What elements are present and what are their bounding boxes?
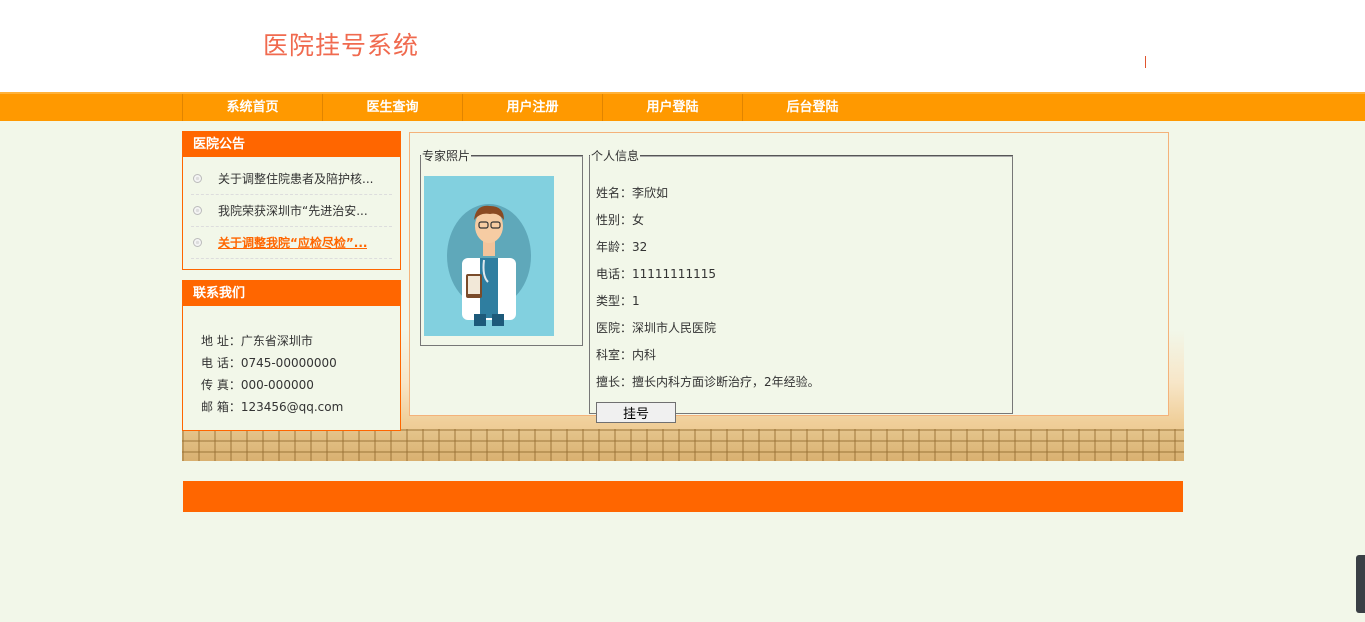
site-header: 医院挂号系统 [0,0,1365,92]
notice-link[interactable]: 我院荣获深圳市“先进治安... [218,195,368,227]
doctor-hospital: 医院：深圳市人民医院 [596,321,717,335]
footer-bar [183,481,1183,512]
doctor-department: 科室：内科 [596,348,657,362]
photo-fieldset: 专家照片 [420,147,583,346]
nav-doctor-search[interactable]: 医生查询 [322,94,462,121]
photo-legend: 专家照片 [422,149,471,163]
notice-item: 关于调整我院“应检尽检”... [191,227,392,259]
doctor-type: 类型：1 [596,294,640,308]
doctor-phone: 电话：11111111115 [596,267,716,281]
doctor-age: 年龄：32 [596,240,648,254]
contact-email: 邮 箱：123456@qq.com [201,400,344,414]
contact-title: 联系我们 [183,281,400,306]
notice-panel: 医院公告 关于调整住院患者及陪护核... 我院荣获深圳市“先进治安... 关于调… [182,131,401,270]
doctor-avatar-icon [424,176,554,336]
nav-admin-login[interactable]: 后台登陆 [742,94,882,121]
info-fieldset: 个人信息 姓名：李欣如 性别：女 年龄：32 电话：11111111115 类型… [589,147,1013,423]
main-nav: 系统首页 医生查询 用户注册 用户登陆 后台登陆 [0,92,1365,121]
contact-address: 地 址：广东省深圳市 [201,334,313,348]
site-title: 医院挂号系统 [263,31,420,60]
scroll-handle[interactable] [1356,555,1365,613]
bullet-icon [193,174,202,183]
contact-fax: 传 真：000-000000 [201,378,314,392]
doctor-gender: 性别：女 [596,213,645,227]
notice-link[interactable]: 关于调整我院“应检尽检”... [218,227,367,259]
nav-user-login[interactable]: 用户登陆 [602,94,742,121]
doctor-photo [424,176,554,336]
nav-user-register[interactable]: 用户注册 [462,94,602,121]
notice-item: 我院荣获深圳市“先进治安... [191,195,392,227]
brick-pavement [182,429,1184,461]
contact-phone: 电 话：0745-00000000 [201,356,337,370]
bullet-icon [193,238,202,247]
doctor-name: 姓名：李欣如 [596,186,669,200]
register-button[interactable]: 挂号 [596,402,676,423]
notice-item: 关于调整住院患者及陪护核... [191,163,392,195]
nav-home[interactable]: 系统首页 [182,94,322,121]
contact-panel: 联系我们 地 址：广东省深圳市 电 话：0745-00000000 传 真：00… [182,280,401,431]
doctor-specialty: 擅长：擅长内科方面诊断治疗，2年经验。 [596,375,820,389]
header-divider [1145,56,1146,68]
bullet-icon [193,206,202,215]
info-legend: 个人信息 [591,149,640,163]
notice-link[interactable]: 关于调整住院患者及陪护核... [218,163,373,195]
notice-title: 医院公告 [183,132,400,157]
